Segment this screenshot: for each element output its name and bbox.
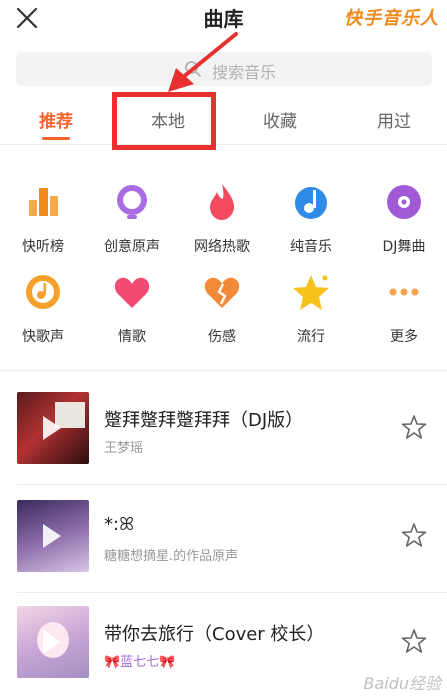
category-label: 伤感 xyxy=(208,329,236,345)
watermark: Baidu经验 xyxy=(363,674,441,693)
category-label: 快听榜 xyxy=(22,239,64,255)
broken-heart-icon xyxy=(204,277,240,308)
more-dots-icon xyxy=(389,288,419,296)
play-icon xyxy=(43,416,61,440)
category-pure-music[interactable]: 纯音乐 xyxy=(268,180,354,256)
song-artist: 糖糖想摘星.的作品原声 xyxy=(104,549,239,564)
category-label: 网络热歌 xyxy=(194,239,250,255)
category-dj-dance[interactable]: DJ舞曲 xyxy=(361,180,447,256)
play-icon xyxy=(43,524,61,548)
vinyl-disc-icon xyxy=(387,185,421,219)
song-title: 带你去旅行（Cover 校长） xyxy=(104,624,325,645)
song-artist: 王梦瑶 xyxy=(104,441,144,456)
song-title: 蹩拜蹩拜蹩拜拜（DJ版） xyxy=(104,410,304,431)
song-row[interactable]: 蹩拜蹩拜蹩拜拜（DJ版） 王梦瑶 xyxy=(0,374,447,484)
annotation-arrow-icon xyxy=(168,32,238,92)
category-label: 纯音乐 xyxy=(290,239,332,255)
album-cover[interactable] xyxy=(17,606,89,678)
microphone-icon xyxy=(117,185,147,219)
category-label: 流行 xyxy=(297,329,325,345)
favorite-star-icon[interactable] xyxy=(401,628,427,654)
category-fast-singing[interactable]: 快歌声 xyxy=(0,270,86,346)
album-cover[interactable] xyxy=(17,392,89,464)
category-sad[interactable]: 伤感 xyxy=(179,270,265,346)
category-fast-chart[interactable]: 快听榜 xyxy=(0,180,86,256)
category-label: 快歌声 xyxy=(22,329,64,345)
song-row[interactable]: *:ꕤ 糖糖想摘星.的作品原声 xyxy=(0,482,447,592)
annotation-highlight-box xyxy=(112,92,216,150)
category-more[interactable]: 更多 xyxy=(361,270,447,346)
album-cover[interactable] xyxy=(17,500,89,572)
section-divider xyxy=(0,370,447,371)
category-pop[interactable]: 流行 xyxy=(268,270,354,346)
category-hot-songs[interactable]: 网络热歌 xyxy=(179,180,265,256)
category-creative-sound[interactable]: 创意原声 xyxy=(89,180,175,256)
category-label: 更多 xyxy=(390,329,418,345)
song-artist: 🎀蓝七七🎀 xyxy=(104,655,176,670)
star-icon xyxy=(293,275,329,310)
song-title: *:ꕤ xyxy=(104,514,135,535)
category-label: 情歌 xyxy=(118,329,146,345)
play-icon xyxy=(43,630,61,654)
category-label: 创意原声 xyxy=(104,239,160,255)
category-love-songs[interactable]: 情歌 xyxy=(89,270,175,346)
flame-icon xyxy=(210,184,234,220)
music-note-icon xyxy=(295,187,327,219)
favorite-star-icon[interactable] xyxy=(401,414,427,440)
heart-icon xyxy=(114,277,150,308)
category-label: DJ舞曲 xyxy=(382,239,426,255)
music-circle-icon xyxy=(26,275,60,309)
chart-bars-icon xyxy=(29,188,58,216)
favorite-star-icon[interactable] xyxy=(401,522,427,548)
